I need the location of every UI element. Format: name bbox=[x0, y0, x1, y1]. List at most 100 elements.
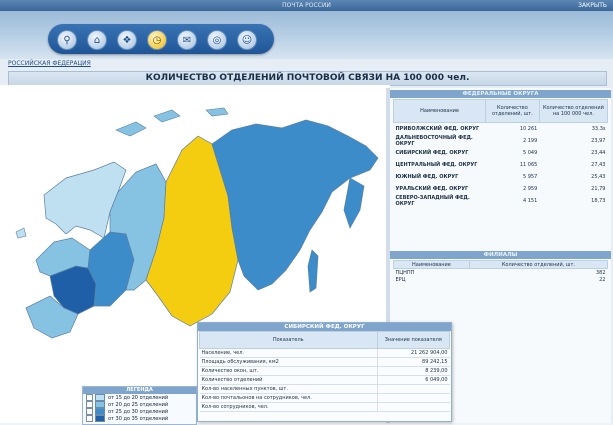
home-icon[interactable]: ⌂ bbox=[87, 30, 107, 50]
checkbox[interactable] bbox=[86, 408, 93, 415]
column-header[interactable]: Количество отделений, шт. bbox=[468, 260, 609, 269]
cell-name: ЕРЦ bbox=[395, 276, 406, 283]
table-row: Кол-во почтальонов на сотрудников, чел. bbox=[199, 393, 450, 403]
cell-per: 21,79 bbox=[591, 186, 606, 192]
column-header: Значение показателя bbox=[376, 331, 450, 349]
cell-value: 89 242,15 bbox=[376, 357, 450, 367]
cell-count: 382 bbox=[595, 269, 606, 276]
region-sakhalin[interactable] bbox=[307, 249, 319, 293]
cell-per: 23,44 bbox=[591, 150, 606, 156]
title-bar: ПОЧТА РОССИИ ЗАКРЫТЬ bbox=[0, 0, 613, 11]
cell-label: Количество окон, шт. bbox=[199, 366, 377, 376]
page-title: КОЛИЧЕСТВО ОТДЕЛЕНИЙ ПОЧТОВОЙ СВЯЗИ НА 1… bbox=[8, 71, 607, 86]
table-row[interactable]: ЦЕНТРАЛЬНЫЙ ФЕД. ОКРУГ 11 065 27,43 bbox=[394, 159, 608, 171]
cell-name: УРАЛЬСКИЙ ФЕД. ОКРУГ bbox=[395, 186, 469, 192]
legend-swatch bbox=[95, 394, 105, 401]
region-info-popup: СИБИРСКИЙ ФЕД. ОКРУГ Показатель Значение… bbox=[197, 322, 452, 422]
legend-label: от 20 до 25 отделений bbox=[108, 401, 169, 408]
cell-name: ПРИВОЛЖСКИЙ ФЕД. ОКРУГ bbox=[395, 126, 480, 132]
cell-name: ЦЕНТРАЛЬНЫЙ ФЕД. ОКРУГ bbox=[395, 162, 478, 168]
nav-bar: ⚲ ⌂ ❖ ◷ ✉ ◎ ☺ bbox=[48, 24, 274, 54]
table-row[interactable]: ДАЛЬНЕВОСТОЧНЫЙ ФЕД. ОКРУГ 2 199 23,97 bbox=[394, 135, 608, 147]
network-icon[interactable]: ❖ bbox=[117, 30, 137, 50]
column-header[interactable]: Количество отделений, шт. bbox=[485, 99, 540, 123]
table-row[interactable]: СИБИРСКИЙ ФЕД. ОКРУГ 5 049 23,44 bbox=[394, 147, 608, 159]
cell-label: Количество отделений bbox=[199, 375, 377, 385]
cell-count: 2 199 bbox=[522, 138, 538, 144]
cell-label: Площадь обслуживания, км2 bbox=[199, 357, 377, 367]
checkbox[interactable] bbox=[86, 401, 93, 408]
column-header: Показатель bbox=[199, 331, 378, 349]
federal-districts-table: Наименование Количество отделений, шт. К… bbox=[393, 99, 609, 207]
cell-name: СЕВЕРО-ЗАПАДНЫЙ ФЕД. ОКРУГ bbox=[395, 195, 470, 207]
cell-label: Кол-во сотрудников, чел. bbox=[199, 402, 377, 412]
mail-icon[interactable]: ✉ bbox=[177, 30, 197, 50]
cell-count: 2 959 bbox=[522, 186, 538, 192]
table-header: Наименование Количество отделений, шт. bbox=[393, 260, 609, 269]
clock-icon[interactable]: ◷ bbox=[147, 30, 167, 50]
legend-label: от 25 до 30 отделений bbox=[108, 408, 169, 415]
table-row[interactable]: УРАЛЬСКИЙ ФЕД. ОКРУГ 2 959 21,79 bbox=[394, 183, 608, 195]
table-header: Наименование Количество отделений, шт. К… bbox=[393, 99, 609, 123]
legend: ЛЕГЕНДА от 15 до 20 отделений от 20 до 2… bbox=[82, 386, 197, 425]
cell-value: 8 239,00 bbox=[376, 366, 450, 376]
cell-name: ДАЛЬНЕВОСТОЧНЫЙ ФЕД. ОКРУГ bbox=[395, 135, 473, 147]
cell-value: 21 262 904,00 bbox=[376, 348, 450, 358]
legend-item[interactable]: от 15 до 20 отделений bbox=[83, 394, 196, 401]
table-row[interactable]: ЮЖНЫЙ ФЕД. ОКРУГ 5 957 25,43 bbox=[394, 171, 608, 183]
branches-table: Наименование Количество отделений, шт. П… bbox=[393, 260, 609, 283]
header: ⚲ ⌂ ❖ ◷ ✉ ◎ ☺ bbox=[0, 11, 613, 59]
cell-name: СИБИРСКИЙ ФЕД. ОКРУГ bbox=[395, 150, 469, 156]
region-volga[interactable] bbox=[87, 231, 135, 307]
window-title: ПОЧТА РОССИИ bbox=[282, 2, 331, 9]
region-kamchatka[interactable] bbox=[343, 177, 365, 229]
cell-value: 6 049,00 bbox=[376, 375, 450, 385]
breadcrumb[interactable]: РОССИЙСКАЯ ФЕДЕРАЦИЯ bbox=[8, 60, 91, 67]
column-header[interactable]: Наименование bbox=[393, 99, 486, 123]
table-row: Количество окон, шт. 8 239,00 bbox=[199, 366, 450, 376]
cell-per: 33,3s bbox=[591, 126, 606, 132]
column-header[interactable]: Наименование bbox=[393, 260, 470, 269]
cell-label: Кол-во почтальонов на сотрудников, чел. bbox=[199, 393, 377, 403]
legend-swatch bbox=[95, 401, 105, 408]
cell-label: Кол-во населенных пунктов, шт. bbox=[199, 384, 377, 394]
user-icon[interactable]: ☺ bbox=[237, 30, 257, 50]
legend-item[interactable]: от 20 до 25 отделений bbox=[83, 401, 196, 408]
popup-title: СИБИРСКИЙ ФЕД. ОКРУГ bbox=[198, 323, 451, 331]
region-islands bbox=[115, 107, 229, 137]
column-header[interactable]: Количество отделений на 100 000 чел. bbox=[538, 99, 609, 123]
cell-value bbox=[376, 402, 450, 412]
cell-value bbox=[376, 393, 450, 403]
federal-districts-title: ФЕДЕРАЛЬНЫЕ ОКРУГА bbox=[390, 90, 611, 98]
checkbox[interactable] bbox=[86, 394, 93, 401]
cell-value bbox=[376, 384, 450, 394]
region-kaliningrad[interactable] bbox=[15, 227, 27, 239]
table-row: Кол-во населенных пунктов, шт. bbox=[199, 384, 450, 394]
table-row[interactable]: ЕРЦ 22 bbox=[394, 276, 608, 283]
table-row[interactable]: ПЦНПП 382 bbox=[394, 269, 608, 277]
table-row: Площадь обслуживания, км2 89 242,15 bbox=[199, 357, 450, 367]
cell-per: 25,43 bbox=[591, 174, 606, 180]
table-row: Кол-во сотрудников, чел. bbox=[199, 402, 450, 412]
cell-per: 27,43 bbox=[591, 162, 606, 168]
region-info-table: Показатель Значение показателя Население… bbox=[199, 331, 450, 412]
legend-item[interactable]: от 25 до 30 отделений bbox=[83, 408, 196, 415]
search-icon[interactable]: ⚲ bbox=[57, 30, 77, 50]
cell-count: 5 957 bbox=[522, 174, 538, 180]
cell-label: Население, чел. bbox=[199, 348, 377, 358]
table-row: Количество отделений 6 049,00 bbox=[199, 375, 450, 385]
table-row[interactable]: ПРИВОЛЖСКИЙ ФЕД. ОКРУГ 10 261 33,3s bbox=[394, 123, 608, 136]
globe-icon[interactable]: ◎ bbox=[207, 30, 227, 50]
legend-swatch bbox=[95, 408, 105, 415]
legend-item[interactable]: от 30 до 35 отделений bbox=[83, 415, 196, 422]
legend-label: от 15 до 20 отделений bbox=[108, 394, 169, 401]
legend-label: от 30 до 35 отделений bbox=[108, 415, 169, 422]
checkbox[interactable] bbox=[86, 415, 93, 422]
cell-name: ПЦНПП bbox=[395, 269, 415, 276]
table-row[interactable]: СЕВЕРО-ЗАПАДНЫЙ ФЕД. ОКРУГ 4 151 18,73 bbox=[394, 195, 608, 207]
cell-count: 4 151 bbox=[522, 198, 538, 204]
cell-per: 23,97 bbox=[591, 138, 606, 144]
branches-title: ФИЛИАЛЫ bbox=[390, 251, 611, 259]
legend-swatch bbox=[95, 415, 105, 422]
close-button[interactable]: ЗАКРЫТЬ bbox=[578, 0, 607, 11]
